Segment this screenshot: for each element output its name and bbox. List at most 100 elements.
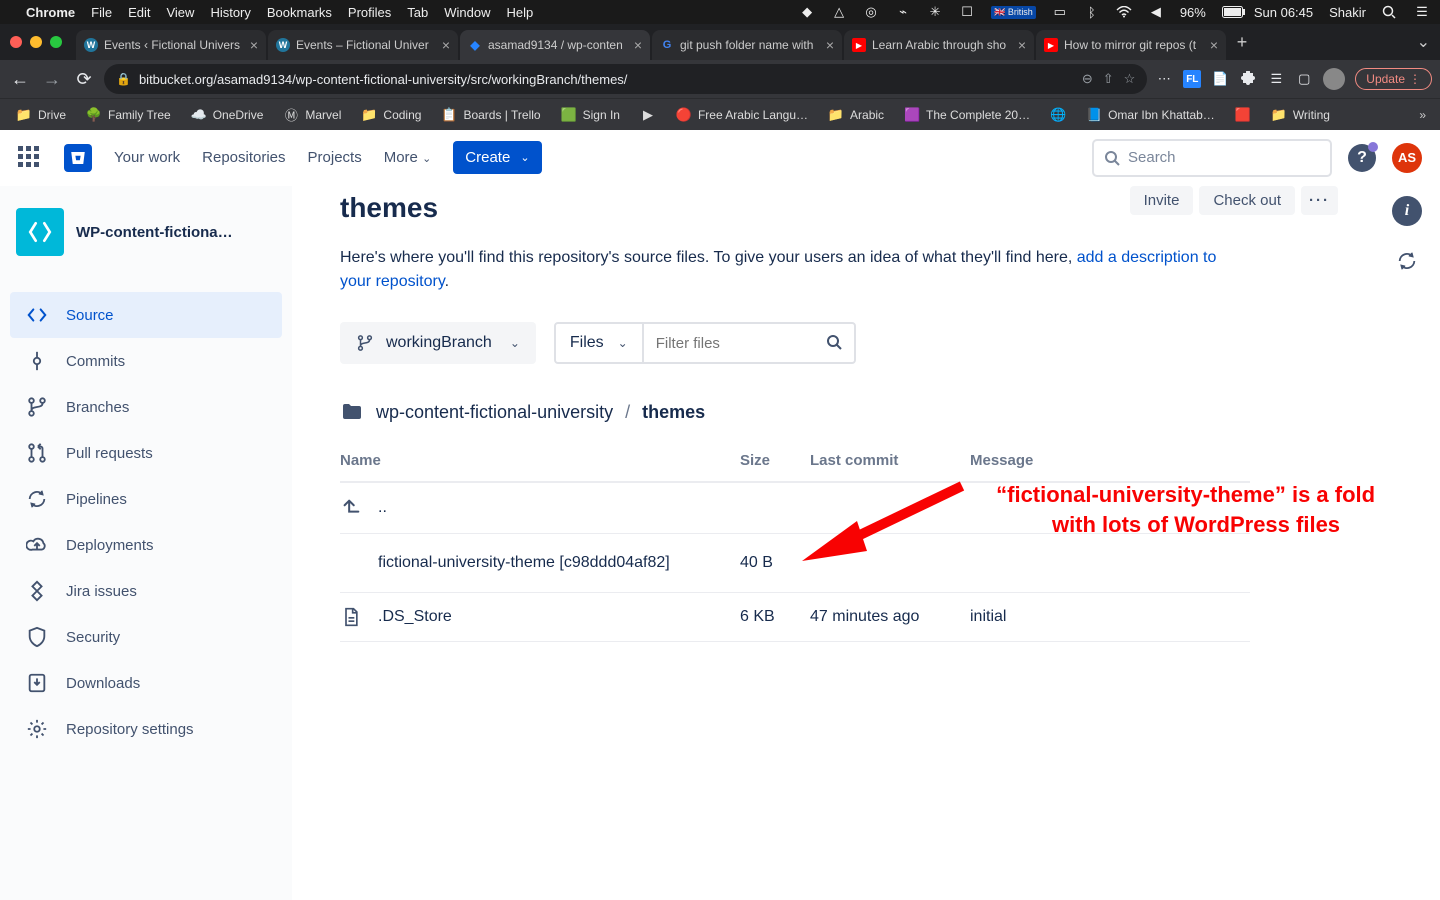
sidebar-item-jira[interactable]: Jira issues [10, 568, 282, 614]
clock[interactable]: Sun 06:45 [1254, 5, 1313, 20]
sidebar-item-deployments[interactable]: Deployments [10, 522, 282, 568]
status-icon[interactable]: ☐ [959, 4, 975, 20]
extension-icon[interactable]: FL [1183, 70, 1201, 88]
status-icon[interactable]: ⌁ [895, 4, 911, 20]
bookmark-item[interactable]: 📁Coding [353, 103, 429, 127]
bluetooth-icon[interactable]: ᛒ [1084, 5, 1100, 20]
sync-icon[interactable] [1394, 248, 1420, 274]
minimize-window-button[interactable] [30, 36, 42, 48]
mac-menu-help[interactable]: Help [507, 5, 534, 20]
mac-menu-bookmarks[interactable]: Bookmarks [267, 5, 332, 20]
bookmark-item[interactable]: 📁Writing [1263, 103, 1338, 127]
update-button[interactable]: Update⋮ [1355, 68, 1432, 90]
col-commit[interactable]: Last commit [810, 452, 970, 469]
bookmark-item[interactable]: 🟥 [1227, 103, 1259, 127]
browser-tab[interactable]: W Events ‹ Fictional Univers × [76, 30, 266, 60]
nav-your-work[interactable]: Your work [114, 149, 180, 166]
nav-repositories[interactable]: Repositories [202, 149, 285, 166]
close-tab-icon[interactable]: × [1210, 37, 1218, 53]
status-icon[interactable]: ◆ [799, 4, 815, 20]
status-icon[interactable]: ◎ [863, 4, 879, 20]
reload-button[interactable]: ⟳ [72, 69, 96, 90]
sidebar-item-security[interactable]: Security [10, 614, 282, 660]
repo-header[interactable]: WP-content-fictiona… [10, 202, 282, 272]
bookmark-item[interactable]: 🟪The Complete 20… [896, 103, 1038, 127]
col-name[interactable]: Name [340, 452, 740, 469]
extension-icon[interactable]: ⋯ [1155, 70, 1173, 88]
profile-avatar[interactable] [1323, 68, 1345, 90]
close-tab-icon[interactable]: × [634, 37, 642, 53]
table-row-file[interactable]: .DS_Store 6 KB 47 minutes ago initial [340, 593, 1250, 642]
spotlight-icon[interactable] [1382, 5, 1398, 19]
control-center-icon[interactable]: ☰ [1414, 4, 1430, 20]
tab-list-button[interactable]: ⌄ [1417, 32, 1430, 52]
reading-list-icon[interactable]: ☰ [1267, 70, 1285, 88]
bookmarks-overflow-button[interactable]: » [1413, 108, 1432, 122]
forward-button[interactable]: → [40, 69, 64, 90]
col-msg[interactable]: Message [970, 452, 1250, 469]
bookmark-item[interactable]: 🌳Family Tree [78, 103, 179, 127]
bookmark-item[interactable]: ☁️OneDrive [183, 103, 272, 127]
bookmark-item[interactable]: ▶ [632, 103, 664, 127]
bookmark-item[interactable]: ⓂMarvel [275, 103, 349, 127]
sidebar-item-source[interactable]: Source [10, 292, 282, 338]
checkout-button[interactable]: Check out [1199, 186, 1295, 215]
browser-tab[interactable]: W Events – Fictional Univer × [268, 30, 458, 60]
status-icon[interactable]: △ [831, 4, 847, 20]
battery-icon[interactable] [1222, 6, 1238, 18]
bookmark-item[interactable]: 🟩Sign In [553, 103, 628, 127]
mac-menu-edit[interactable]: Edit [128, 5, 150, 20]
mac-menu-history[interactable]: History [210, 5, 250, 20]
mac-menu-profiles[interactable]: Profiles [348, 5, 391, 20]
help-button[interactable]: ? [1348, 144, 1376, 172]
create-button[interactable]: Create⌄ [453, 141, 541, 174]
sidebar-item-pull-requests[interactable]: Pull requests [10, 430, 282, 476]
nav-more[interactable]: More ⌄ [384, 149, 432, 166]
zoom-icon[interactable]: ⊖ [1082, 71, 1093, 87]
bookmark-item[interactable]: 📋Boards | Trello [433, 103, 548, 127]
bookmark-item[interactable]: 🔴Free Arabic Langu… [668, 103, 816, 127]
bitbucket-logo-icon[interactable] [64, 144, 92, 172]
bookmark-item[interactable]: 🌐 [1042, 103, 1074, 127]
new-tab-button[interactable]: + [1228, 32, 1256, 53]
bookmark-item[interactable]: 📁Arabic [820, 103, 892, 127]
sidebar-item-settings[interactable]: Repository settings [10, 706, 282, 752]
user-avatar[interactable]: AS [1392, 143, 1422, 173]
user-name[interactable]: Shakir [1329, 5, 1366, 20]
mac-menu-tab[interactable]: Tab [407, 5, 428, 20]
browser-tab-active[interactable]: ◆ asamad9134 / wp-conten × [460, 30, 650, 60]
mac-menu-view[interactable]: View [166, 5, 194, 20]
app-name[interactable]: Chrome [26, 5, 75, 20]
files-dropdown[interactable]: Files ⌄ [556, 324, 644, 362]
sidebar-item-downloads[interactable]: Downloads [10, 660, 282, 706]
input-locale[interactable]: 🇬🇧 British [991, 6, 1036, 19]
lock-icon[interactable]: 🔒 [116, 72, 131, 86]
share-icon[interactable]: ⇧ [1103, 71, 1114, 87]
close-tab-icon[interactable]: × [442, 37, 450, 53]
browser-tab[interactable]: ▶ How to mirror git repos (t × [1036, 30, 1226, 60]
nav-projects[interactable]: Projects [308, 149, 362, 166]
filter-files-input[interactable] [644, 324, 814, 362]
sidebar-item-branches[interactable]: Branches [10, 384, 282, 430]
status-icon[interactable]: ✳ [927, 4, 943, 20]
app-switcher-icon[interactable] [18, 146, 42, 170]
close-tab-icon[interactable]: × [1018, 37, 1026, 53]
sidebar-item-pipelines[interactable]: Pipelines [10, 476, 282, 522]
browser-tab[interactable]: ▶ Learn Arabic through sho × [844, 30, 1034, 60]
bookmark-item[interactable]: 📁Drive [8, 103, 74, 127]
breadcrumb-root[interactable]: wp-content-fictional-university [376, 402, 613, 423]
branch-dropdown[interactable]: workingBranch ⌄ [340, 322, 536, 364]
sidebar-item-commits[interactable]: Commits [10, 338, 282, 384]
airplay-icon[interactable]: ▭ [1052, 4, 1068, 20]
close-tab-icon[interactable]: × [826, 37, 834, 53]
search-input[interactable]: Search [1092, 139, 1332, 177]
address-bar[interactable]: 🔒 bitbucket.org/asamad9134/wp-content-fi… [104, 64, 1147, 94]
extension-icon[interactable]: 📄 [1211, 70, 1229, 88]
extensions-puzzle-icon[interactable] [1239, 70, 1257, 88]
search-icon[interactable] [814, 324, 854, 362]
wifi-icon[interactable] [1116, 6, 1132, 18]
back-button[interactable]: ← [8, 69, 32, 90]
mac-menu-file[interactable]: File [91, 5, 112, 20]
more-actions-button[interactable]: ··· [1301, 186, 1338, 215]
browser-tab[interactable]: G git push folder name with × [652, 30, 842, 60]
